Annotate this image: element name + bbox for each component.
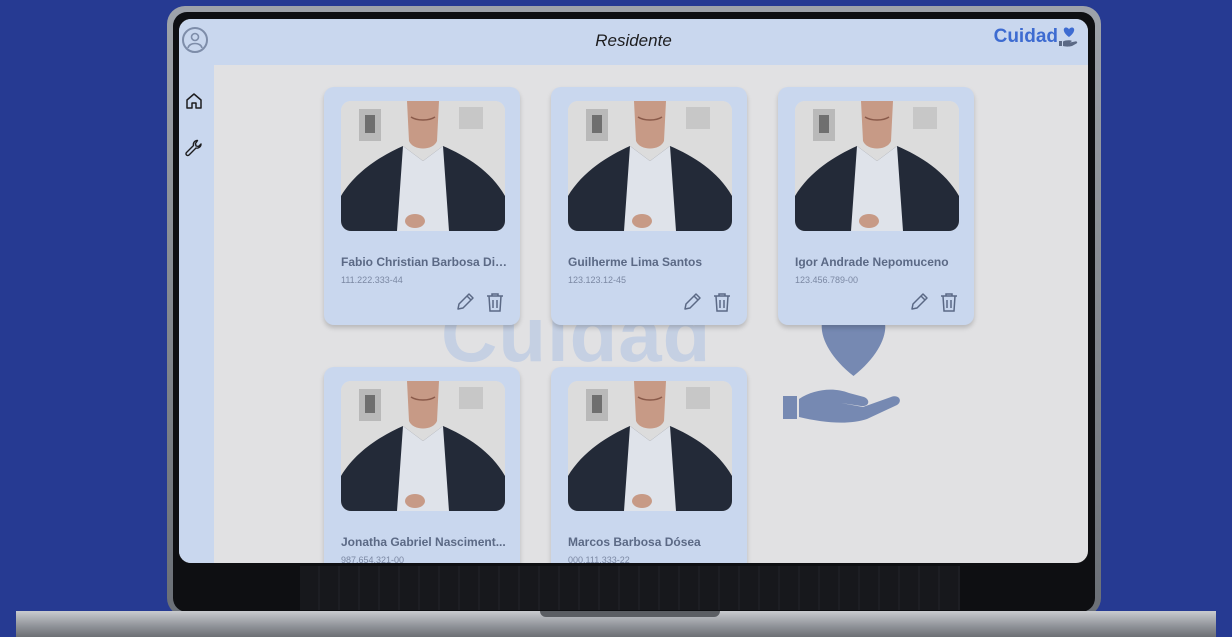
resident-cpf: 987.654.321-00 — [341, 555, 405, 563]
resident-name: Jonatha Gabriel Nasciment... — [341, 535, 506, 549]
resident-name: Marcos Barbosa Dósea — [568, 535, 701, 549]
edit-pencil-icon[interactable] — [454, 291, 476, 313]
resident-photo — [341, 381, 505, 511]
resident-name: Guilherme Lima Santos — [568, 255, 703, 269]
resident-cpf: 123.456.789-00 — [795, 275, 859, 285]
brand-text: Cuidad — [993, 26, 1058, 47]
resident-cpf: 123.123.12-45 — [568, 275, 627, 285]
resident-photo — [568, 381, 732, 511]
edit-pencil-icon[interactable] — [681, 291, 703, 313]
brand-logo: Cuidad — [994, 26, 1080, 48]
resident-name: Igor Andrade Nepomuceno — [795, 255, 949, 269]
home-icon[interactable] — [184, 91, 204, 111]
resident-card[interactable]: Marcos Barbosa Dósea 000.111.333-22 — [551, 367, 747, 563]
delete-trash-icon[interactable] — [938, 291, 960, 313]
resident-card[interactable]: Fabio Christian Barbosa Diniz 111.222.33… — [324, 87, 520, 325]
page-title: Residente — [595, 31, 672, 50]
resident-card[interactable]: Guilherme Lima Santos 123.123.12-45 — [551, 87, 747, 325]
resident-photo — [795, 101, 959, 231]
resident-photo — [341, 101, 505, 231]
delete-trash-icon[interactable] — [711, 291, 733, 313]
heart-hand-icon — [1059, 27, 1078, 47]
top-bar: Residente Cuidad — [179, 19, 1088, 65]
sidebar — [179, 65, 214, 563]
keyboard-reflection — [300, 566, 960, 610]
app-screen: Cuidad Residente Cuidad Fabio Christian … — [179, 19, 1088, 563]
wrench-icon[interactable] — [184, 138, 204, 158]
laptop-notch — [540, 611, 720, 617]
resident-name: Fabio Christian Barbosa Diniz — [341, 255, 511, 269]
resident-card[interactable]: Igor Andrade Nepomuceno 123.456.789-00 — [778, 87, 974, 325]
delete-trash-icon[interactable] — [484, 291, 506, 313]
resident-photo — [568, 101, 732, 231]
resident-cpf: 111.222.333-44 — [341, 275, 403, 285]
resident-card[interactable]: Jonatha Gabriel Nasciment... 987.654.321… — [324, 367, 520, 563]
edit-pencil-icon[interactable] — [908, 291, 930, 313]
resident-cpf: 000.111.333-22 — [568, 555, 630, 563]
